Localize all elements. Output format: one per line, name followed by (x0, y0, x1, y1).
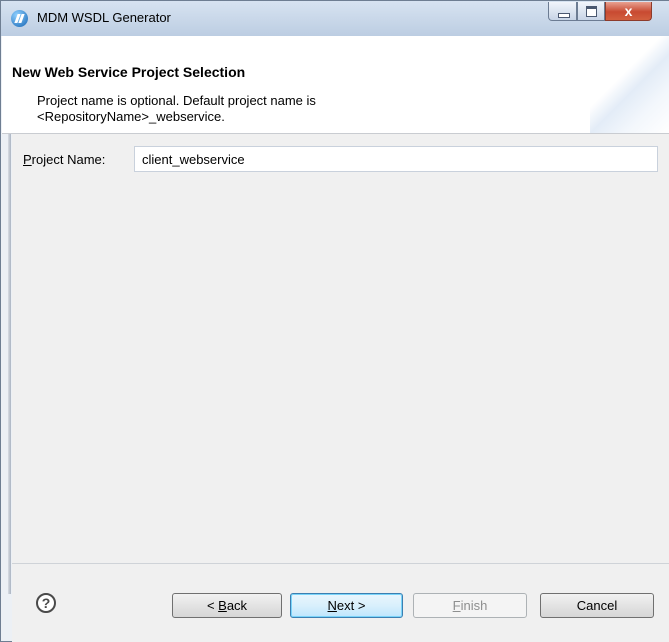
next-mnemonic: N (327, 598, 337, 613)
finish-button[interactable]: Finish (413, 593, 527, 618)
wizard-header: New Web Service Project Selection Projec… (2, 36, 669, 134)
page-description: Project name is optional. Default projec… (37, 93, 557, 125)
back-prefix: < (206, 598, 219, 613)
maximize-icon (586, 6, 597, 17)
minimize-button[interactable] (548, 2, 577, 21)
close-icon: x (624, 3, 633, 19)
description-line-1: Project name is optional. Default projec… (37, 93, 316, 108)
cancel-button[interactable]: Cancel (540, 593, 654, 618)
project-name-mnemonic: P (23, 152, 32, 167)
description-line-2: <RepositoryName>_webservice. (37, 109, 225, 124)
wizard-content (12, 134, 669, 589)
app-logo-icon (11, 10, 28, 27)
help-icon[interactable]: ? (36, 593, 56, 613)
finish-mnemonic: F (452, 598, 461, 613)
back-label: ack (226, 598, 248, 613)
project-name-input[interactable] (134, 146, 658, 172)
close-button[interactable]: x (605, 2, 652, 21)
header-banner-graphic (590, 36, 669, 133)
left-edge-divider (8, 134, 11, 594)
project-name-label-text: roject Name: (31, 152, 106, 167)
minimize-icon (558, 13, 570, 18)
finish-label: inish (460, 598, 488, 613)
back-button[interactable]: < Back (172, 593, 282, 618)
back-mnemonic: B (218, 598, 227, 613)
page-title: New Web Service Project Selection (12, 64, 246, 80)
maximize-button[interactable] (577, 2, 605, 21)
project-name-label: Project Name: (23, 152, 105, 167)
next-button[interactable]: Next > (290, 593, 403, 618)
next-label: ext > (336, 598, 366, 613)
window-title: MDM WSDL Generator (37, 10, 171, 25)
